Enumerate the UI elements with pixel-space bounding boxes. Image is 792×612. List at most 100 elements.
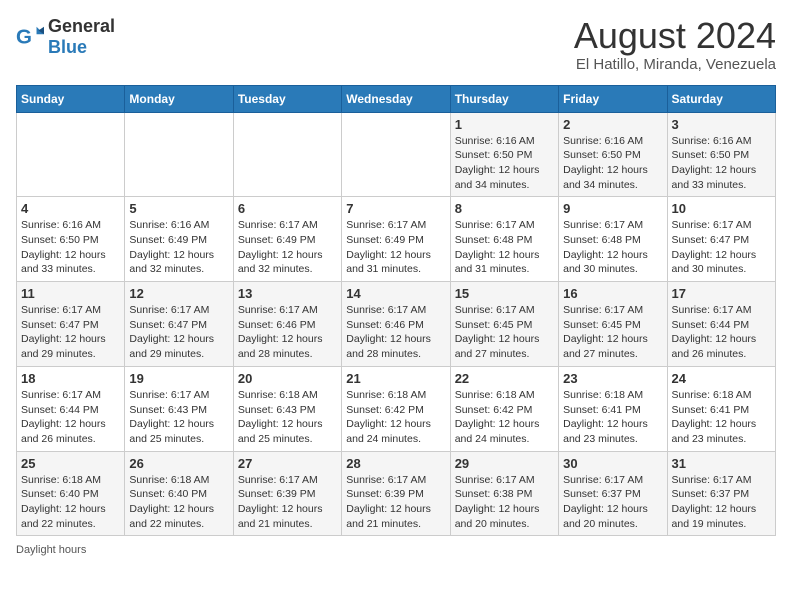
day-info: Sunrise: 6:17 AMSunset: 6:37 PMDaylight:… (563, 473, 662, 532)
day-number: 11 (21, 286, 120, 301)
day-info: Sunrise: 6:16 AMSunset: 6:50 PMDaylight:… (21, 218, 120, 277)
calendar-cell (17, 112, 125, 197)
day-number: 26 (129, 456, 228, 471)
calendar-day-header: Tuesday (233, 85, 341, 112)
day-number: 29 (455, 456, 554, 471)
calendar-cell: 9 Sunrise: 6:17 AMSunset: 6:48 PMDaylight… (559, 197, 667, 282)
day-number: 27 (238, 456, 337, 471)
page-header: G General Blue August 2024 El Hatillo, M… (16, 16, 776, 73)
day-info: Sunrise: 6:17 AMSunset: 6:44 PMDaylight:… (672, 303, 771, 362)
day-number: 12 (129, 286, 228, 301)
day-number: 1 (455, 117, 554, 132)
calendar-cell: 11 Sunrise: 6:17 AMSunset: 6:47 PMDayligh… (17, 282, 125, 367)
day-number: 28 (346, 456, 445, 471)
day-number: 30 (563, 456, 662, 471)
calendar-cell: 12 Sunrise: 6:17 AMSunset: 6:47 PMDayligh… (125, 282, 233, 367)
page-title: August 2024 (574, 16, 776, 56)
day-number: 16 (563, 286, 662, 301)
calendar-cell: 13Sunrise: 6:17 AMSunset: 6:46 PMDayligh… (233, 282, 341, 367)
day-number: 9 (563, 201, 662, 216)
calendar-cell: 17 Sunrise: 6:17 AMSunset: 6:44 PMDayligh… (667, 282, 775, 367)
day-info: Sunrise: 6:17 AMSunset: 6:49 PMDaylight:… (238, 218, 337, 277)
day-info: Sunrise: 6:17 AMSunset: 6:44 PMDaylight:… (21, 388, 120, 447)
calendar-cell: 6Sunrise: 6:17 AMSunset: 6:49 PMDaylight… (233, 197, 341, 282)
day-info: Sunrise: 6:18 AMSunset: 6:43 PMDaylight:… (238, 388, 337, 447)
title-area: August 2024 El Hatillo, Miranda, Venezue… (574, 16, 776, 73)
day-info: Sunrise: 6:18 AMSunset: 6:42 PMDaylight:… (346, 388, 445, 447)
day-number: 3 (672, 117, 771, 132)
calendar-day-header: Wednesday (342, 85, 450, 112)
day-number: 23 (563, 371, 662, 386)
day-number: 15 (455, 286, 554, 301)
calendar-week-row: 25 Sunrise: 6:18 AMSunset: 6:40 PMDayligh… (17, 451, 776, 536)
calendar-cell: 27 Sunrise: 6:17 AMSunset: 6:39 PMDayligh… (233, 451, 341, 536)
day-number: 10 (672, 201, 771, 216)
day-info: Sunrise: 6:17 AMSunset: 6:37 PMDaylight:… (672, 473, 771, 532)
day-number: 8 (455, 201, 554, 216)
calendar-cell: 5Sunrise: 6:16 AMSunset: 6:49 PMDaylight… (125, 197, 233, 282)
day-number: 19 (129, 371, 228, 386)
calendar-cell: 1 Sunrise: 6:16 AMSunset: 6:50 PMDaylight… (450, 112, 558, 197)
day-info: Sunrise: 6:17 AMSunset: 6:38 PMDaylight:… (455, 473, 554, 532)
calendar-cell: 2Sunrise: 6:16 AMSunset: 6:50 PMDaylight… (559, 112, 667, 197)
day-number: 22 (455, 371, 554, 386)
calendar-body: 1 Sunrise: 6:16 AMSunset: 6:50 PMDaylight… (17, 112, 776, 536)
calendar-table: SundayMondayTuesdayWednesdayThursdayFrid… (16, 85, 776, 537)
day-info: Sunrise: 6:17 AMSunset: 6:48 PMDaylight:… (563, 218, 662, 277)
calendar-day-header: Saturday (667, 85, 775, 112)
day-info: Sunrise: 6:17 AMSunset: 6:39 PMDaylight:… (238, 473, 337, 532)
day-number: 7 (346, 201, 445, 216)
day-number: 21 (346, 371, 445, 386)
calendar-cell: 23 Sunrise: 6:18 AMSunset: 6:41 PMDayligh… (559, 366, 667, 451)
day-info: Sunrise: 6:17 AMSunset: 6:45 PMDaylight:… (563, 303, 662, 362)
calendar-week-row: 4 Sunrise: 6:16 AMSunset: 6:50 PMDaylight… (17, 197, 776, 282)
day-info: Sunrise: 6:17 AMSunset: 6:45 PMDaylight:… (455, 303, 554, 362)
day-number: 4 (21, 201, 120, 216)
page-subtitle: El Hatillo, Miranda, Venezuela (574, 56, 776, 73)
day-number: 17 (672, 286, 771, 301)
calendar-cell: 21 Sunrise: 6:18 AMSunset: 6:42 PMDayligh… (342, 366, 450, 451)
day-info: Sunrise: 6:17 AMSunset: 6:48 PMDaylight:… (455, 218, 554, 277)
day-info: Sunrise: 6:17 AMSunset: 6:46 PMDaylight:… (346, 303, 445, 362)
day-info: Sunrise: 6:16 AMSunset: 6:50 PMDaylight:… (455, 134, 554, 193)
day-info: Sunrise: 6:18 AMSunset: 6:41 PMDaylight:… (563, 388, 662, 447)
calendar-cell: 14 Sunrise: 6:17 AMSunset: 6:46 PMDayligh… (342, 282, 450, 367)
calendar-cell (233, 112, 341, 197)
day-info: Sunrise: 6:17 AMSunset: 6:47 PMDaylight:… (672, 218, 771, 277)
calendar-cell: 15 Sunrise: 6:17 AMSunset: 6:45 PMDayligh… (450, 282, 558, 367)
day-info: Sunrise: 6:18 AMSunset: 6:42 PMDaylight:… (455, 388, 554, 447)
calendar-week-row: 18 Sunrise: 6:17 AMSunset: 6:44 PMDayligh… (17, 366, 776, 451)
day-info: Sunrise: 6:16 AMSunset: 6:49 PMDaylight:… (129, 218, 228, 277)
day-info: Sunrise: 6:17 AMSunset: 6:43 PMDaylight:… (129, 388, 228, 447)
calendar-cell: 26Sunrise: 6:18 AMSunset: 6:40 PMDayligh… (125, 451, 233, 536)
calendar-cell: 28 Sunrise: 6:17 AMSunset: 6:39 PMDayligh… (342, 451, 450, 536)
calendar-day-header: Sunday (17, 85, 125, 112)
calendar-cell: 16 Sunrise: 6:17 AMSunset: 6:45 PMDayligh… (559, 282, 667, 367)
day-info: Sunrise: 6:17 AMSunset: 6:47 PMDaylight:… (129, 303, 228, 362)
logo-icon: G (16, 23, 44, 51)
calendar-header-row: SundayMondayTuesdayWednesdayThursdayFrid… (17, 85, 776, 112)
calendar-day-header: Monday (125, 85, 233, 112)
day-info: Sunrise: 6:18 AMSunset: 6:41 PMDaylight:… (672, 388, 771, 447)
calendar-cell: 30 Sunrise: 6:17 AMSunset: 6:37 PMDayligh… (559, 451, 667, 536)
day-info: Sunrise: 6:16 AMSunset: 6:50 PMDaylight:… (563, 134, 662, 193)
calendar-cell: 29 Sunrise: 6:17 AMSunset: 6:38 PMDayligh… (450, 451, 558, 536)
day-info: Sunrise: 6:17 AMSunset: 6:39 PMDaylight:… (346, 473, 445, 532)
calendar-week-row: 1 Sunrise: 6:16 AMSunset: 6:50 PMDaylight… (17, 112, 776, 197)
day-info: Sunrise: 6:18 AMSunset: 6:40 PMDaylight:… (21, 473, 120, 532)
calendar-cell: 31 Sunrise: 6:17 AMSunset: 6:37 PMDayligh… (667, 451, 775, 536)
calendar-cell: 20Sunrise: 6:18 AMSunset: 6:43 PMDayligh… (233, 366, 341, 451)
day-info: Sunrise: 6:17 AMSunset: 6:47 PMDaylight:… (21, 303, 120, 362)
calendar-cell: 3Sunrise: 6:16 AMSunset: 6:50 PMDaylight… (667, 112, 775, 197)
footer-note: Daylight hours (16, 544, 776, 556)
calendar-day-header: Friday (559, 85, 667, 112)
day-number: 31 (672, 456, 771, 471)
day-number: 25 (21, 456, 120, 471)
calendar-cell (125, 112, 233, 197)
day-number: 13 (238, 286, 337, 301)
calendar-day-header: Thursday (450, 85, 558, 112)
day-number: 18 (21, 371, 120, 386)
calendar-cell: 25 Sunrise: 6:18 AMSunset: 6:40 PMDayligh… (17, 451, 125, 536)
calendar-cell: 7Sunrise: 6:17 AMSunset: 6:49 PMDaylight… (342, 197, 450, 282)
day-number: 14 (346, 286, 445, 301)
